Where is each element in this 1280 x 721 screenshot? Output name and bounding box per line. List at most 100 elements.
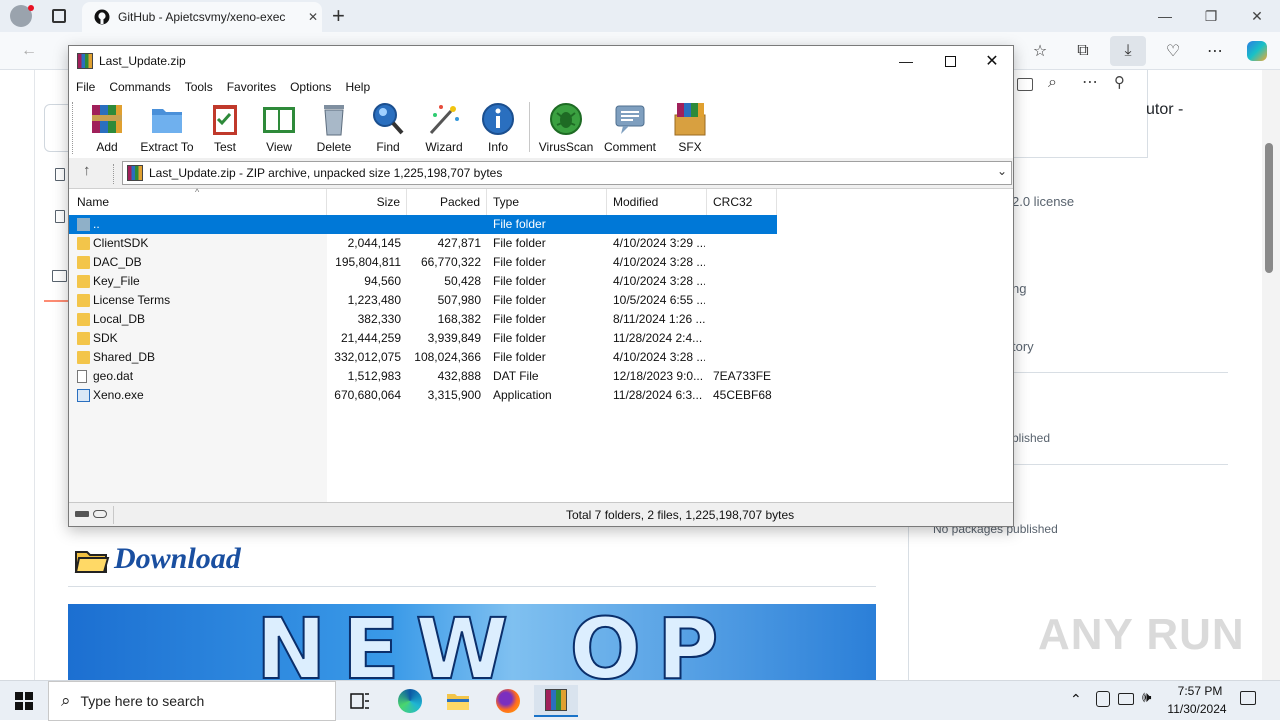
winrar-close-icon[interactable]: ✕: [971, 46, 1013, 76]
cell-name: SDK: [93, 331, 118, 345]
info-button[interactable]: Info: [481, 101, 515, 155]
releases-fragment: blished: [1012, 431, 1051, 445]
firefox-taskbar-button[interactable]: [486, 685, 530, 717]
folder-tool-icon[interactable]: [1017, 78, 1033, 91]
new-tab-icon[interactable]: +: [332, 3, 345, 29]
favorites-icon[interactable]: ☆: [1025, 36, 1055, 66]
restore-icon[interactable]: ❐: [1188, 4, 1234, 28]
back-icon[interactable]: ←: [14, 36, 44, 66]
task-view-button[interactable]: [338, 685, 382, 717]
cell-type: File folder: [493, 350, 546, 364]
start-button[interactable]: [2, 685, 46, 717]
pin-icon[interactable]: ⚲: [1114, 73, 1125, 91]
more-menu-icon[interactable]: ⋯: [1200, 36, 1230, 66]
table-row[interactable]: geo.dat 1,512,983 432,888 DAT File 12/18/202…: [69, 367, 777, 386]
license-link[interactable]: 2.0 license: [1012, 194, 1074, 209]
close-icon[interactable]: ✕: [1234, 4, 1280, 28]
cell-name: Shared_DB: [93, 350, 156, 364]
winrar-title-bar[interactable]: Last_Update.zip — ✕: [69, 46, 1013, 76]
menu-options[interactable]: Options: [290, 80, 331, 94]
page-scrollbar-thumb[interactable]: [1265, 143, 1273, 273]
readme-book-icon[interactable]: [52, 270, 67, 282]
add-icon: [92, 105, 122, 133]
copilot-icon[interactable]: [1242, 36, 1272, 66]
minimize-icon[interactable]: —: [1142, 4, 1188, 28]
download-heading[interactable]: Download: [114, 542, 241, 576]
network-icon[interactable]: [1118, 693, 1134, 705]
cell-crc: [713, 348, 775, 367]
delete-button[interactable]: Delete: [315, 101, 353, 155]
left-panel: [34, 70, 35, 680]
table-row[interactable]: ClientSDK 2,044,145 427,871 File folder 4/10…: [69, 234, 777, 253]
column-header-size[interactable]: Size: [327, 189, 407, 215]
browser-essentials-icon[interactable]: ♡: [1158, 36, 1188, 66]
browser-tab[interactable]: GitHub - Apietcsvmy/xeno-exec ✕: [82, 2, 322, 32]
clock-time[interactable]: 7:57 PM: [1172, 684, 1228, 698]
table-row[interactable]: Shared_DB 332,012,075 108,024,366 File fold…: [69, 348, 777, 367]
winrar-title: Last_Update.zip: [99, 54, 186, 68]
sfx-button[interactable]: SFX: [669, 101, 711, 155]
security-icon[interactable]: [1096, 691, 1110, 707]
column-header-crc32[interactable]: CRC32: [707, 189, 777, 215]
menu-help[interactable]: Help: [345, 80, 370, 94]
chevron-down-icon[interactable]: ⌄: [997, 164, 1007, 178]
virusscan-button[interactable]: VirusScan: [539, 101, 593, 155]
winrar-maximize-icon[interactable]: [929, 46, 971, 76]
cell-packed: 432,888: [437, 369, 481, 383]
column-header-type[interactable]: Type: [487, 189, 607, 215]
file-explorer-taskbar-button[interactable]: [436, 685, 480, 717]
test-button[interactable]: Test: [209, 101, 241, 155]
winrar-taskbar-button[interactable]: [534, 685, 578, 717]
wizard-button[interactable]: Wizard: [423, 101, 465, 155]
task-view-icon: [350, 693, 369, 709]
menu-favorites[interactable]: Favorites: [227, 80, 276, 94]
notifications-icon[interactable]: [1240, 691, 1256, 705]
anyrun-watermark: ANY RUN: [1038, 610, 1245, 659]
downloads-icon[interactable]: ⤓: [1110, 36, 1146, 66]
cell-type: File folder: [493, 293, 546, 307]
github-icon: [94, 9, 110, 25]
table-row[interactable]: Xeno.exe 670,680,064 3,315,900 Application 1…: [69, 386, 777, 405]
column-header-modified[interactable]: Modified: [607, 189, 707, 215]
menu-file[interactable]: File: [76, 80, 95, 94]
cell-name: License Terms: [93, 293, 171, 307]
winrar-toolbar: Add Extract To Test View Delete Find Wiz…: [69, 98, 1013, 158]
banner-image: NEW OP: [68, 604, 876, 680]
menu-tools[interactable]: Tools: [185, 80, 213, 94]
close-tab-icon[interactable]: ✕: [308, 10, 318, 24]
collections-icon[interactable]: ⧉: [1068, 36, 1098, 66]
up-folder-icon[interactable]: ↑: [83, 162, 91, 179]
table-row[interactable]: DAC_DB 195,804,811 66,770,322 File folder 4/…: [69, 253, 777, 272]
table-row[interactable]: Local_DB 382,330 168,382 File folder 8/11/20…: [69, 310, 777, 329]
winrar-minimize-icon[interactable]: —: [885, 46, 927, 76]
table-row[interactable]: Key_File 94,560 50,428 File folder 4/10/2024…: [69, 272, 777, 291]
edge-taskbar-button[interactable]: [388, 685, 432, 717]
table-row[interactable]: SDK 21,444,259 3,939,849 File folder 11/28/2…: [69, 329, 777, 348]
view-button[interactable]: View: [257, 101, 301, 155]
search-page-icon[interactable]: ⌕: [1048, 74, 1057, 92]
table-row[interactable]: .. File folder: [69, 215, 777, 234]
table-row[interactable]: License Terms 1,223,480 507,980 File folder…: [69, 291, 777, 310]
more-page-icon[interactable]: ⋯: [1082, 72, 1098, 92]
volume-icon[interactable]: 🕪: [1142, 689, 1151, 706]
cell-modified: 4/10/2024 3:28 ...: [613, 274, 705, 288]
column-header-name[interactable]: Name ^: [69, 187, 327, 215]
tab-actions-icon[interactable]: [52, 9, 66, 23]
extract-to-button[interactable]: Extract To: [139, 101, 195, 155]
sidebar-file-icon[interactable]: [55, 210, 65, 223]
address-field[interactable]: Last_Update.zip - ZIP archive, unpacked …: [122, 161, 1012, 185]
clock-date[interactable]: 11/30/2024: [1166, 702, 1228, 716]
show-hidden-icons-icon[interactable]: ⌃: [1070, 691, 1082, 708]
find-button[interactable]: Find: [371, 101, 405, 155]
column-header-packed[interactable]: Packed: [407, 189, 487, 215]
sidebar-file-icon[interactable]: [55, 168, 65, 181]
extract-to-icon: [152, 109, 182, 133]
add-button[interactable]: Add: [89, 101, 125, 155]
menu-commands[interactable]: Commands: [109, 80, 170, 94]
cell-name: geo.dat: [93, 369, 134, 383]
comment-button[interactable]: Comment: [601, 101, 659, 155]
cell-crc: [713, 272, 775, 291]
taskbar-search[interactable]: ⌕ Type here to search: [48, 681, 336, 721]
cell-type: File folder: [493, 331, 546, 345]
activity-fragment: ng: [1012, 281, 1027, 296]
